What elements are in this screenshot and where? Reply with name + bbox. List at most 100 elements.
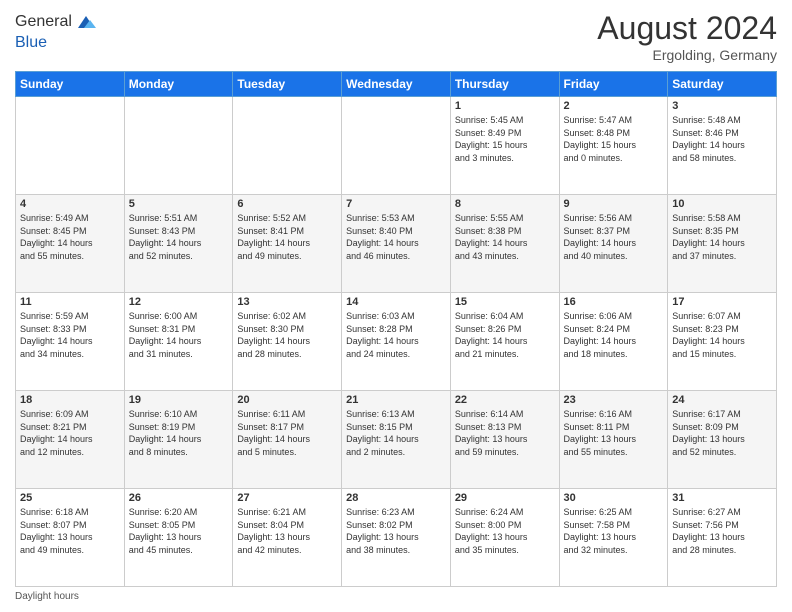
footer: Daylight hours	[15, 591, 777, 602]
table-row: 1 Sunrise: 5:45 AM Sunset: 8:49 PM Daylig…	[450, 97, 559, 195]
table-row: 2 Sunrise: 5:47 AM Sunset: 8:48 PM Daylig…	[559, 97, 668, 195]
calendar-table: Sunday Monday Tuesday Wednesday Thursday…	[15, 71, 777, 587]
table-row: 7 Sunrise: 5:53 AM Sunset: 8:40 PM Daylig…	[342, 195, 451, 293]
table-row: 27Sunrise: 6:21 AM Sunset: 8:04 PM Dayli…	[233, 489, 342, 587]
table-row: 31Sunrise: 6:27 AM Sunset: 7:56 PM Dayli…	[668, 489, 777, 587]
col-tuesday: Tuesday	[233, 72, 342, 97]
table-row: 12 Sunrise: 6:00 AM Sunset: 8:31 PM Dayli…	[124, 293, 233, 391]
day-info: Sunrise: 6:00 AM Sunset: 8:31 PM Dayligh…	[129, 310, 229, 360]
day-info: Sunrise: 5:58 AM Sunset: 8:35 PM Dayligh…	[672, 212, 772, 262]
table-row: 10 Sunrise: 5:58 AM Sunset: 8:35 PM Dayli…	[668, 195, 777, 293]
day-number: 7	[346, 198, 446, 210]
day-number: 15	[455, 296, 555, 308]
table-row: 5 Sunrise: 5:51 AM Sunset: 8:43 PM Daylig…	[124, 195, 233, 293]
day-info: Sunrise: 5:52 AM Sunset: 8:41 PM Dayligh…	[237, 212, 337, 262]
title-block: August 2024 Ergolding, Germany	[597, 10, 777, 63]
day-info: Sunrise: 6:03 AM Sunset: 8:28 PM Dayligh…	[346, 310, 446, 360]
day-number: 2	[564, 100, 664, 112]
calendar-week-3: 11 Sunrise: 5:59 AM Sunset: 8:33 PM Dayli…	[16, 293, 777, 391]
table-row	[233, 97, 342, 195]
day-info: Sunrise: 6:23 AM Sunset: 8:02 PM Dayligh…	[346, 506, 446, 556]
day-info: Sunrise: 5:53 AM Sunset: 8:40 PM Dayligh…	[346, 212, 446, 262]
day-number: 30	[564, 492, 664, 504]
header: General Blue August 2024 Ergolding, Germ…	[15, 10, 777, 63]
table-row: 3Sunrise: 5:48 AM Sunset: 8:46 PM Daylig…	[668, 97, 777, 195]
table-row: 24Sunrise: 6:17 AM Sunset: 8:09 PM Dayli…	[668, 391, 777, 489]
table-row	[342, 97, 451, 195]
col-monday: Monday	[124, 72, 233, 97]
daylight-label: Daylight hours	[15, 591, 79, 602]
table-row: 13Sunrise: 6:02 AM Sunset: 8:30 PM Dayli…	[233, 293, 342, 391]
location: Ergolding, Germany	[597, 47, 777, 63]
table-row: 23Sunrise: 6:16 AM Sunset: 8:11 PM Dayli…	[559, 391, 668, 489]
calendar-week-2: 4 Sunrise: 5:49 AM Sunset: 8:45 PM Daylig…	[16, 195, 777, 293]
table-row: 22 Sunrise: 6:14 AM Sunset: 8:13 PM Dayli…	[450, 391, 559, 489]
day-info: Sunrise: 6:27 AM Sunset: 7:56 PM Dayligh…	[672, 506, 772, 556]
table-row: 6 Sunrise: 5:52 AM Sunset: 8:41 PM Daylig…	[233, 195, 342, 293]
table-row: 30Sunrise: 6:25 AM Sunset: 7:58 PM Dayli…	[559, 489, 668, 587]
month-year: August 2024	[597, 10, 777, 47]
col-saturday: Saturday	[668, 72, 777, 97]
day-info: Sunrise: 6:04 AM Sunset: 8:26 PM Dayligh…	[455, 310, 555, 360]
day-number: 6	[237, 198, 337, 210]
day-number: 14	[346, 296, 446, 308]
col-friday: Friday	[559, 72, 668, 97]
day-number: 29	[455, 492, 555, 504]
day-info: Sunrise: 6:21 AM Sunset: 8:04 PM Dayligh…	[237, 506, 337, 556]
day-info: Sunrise: 6:13 AM Sunset: 8:15 PM Dayligh…	[346, 408, 446, 458]
day-info: Sunrise: 6:14 AM Sunset: 8:13 PM Dayligh…	[455, 408, 555, 458]
day-info: Sunrise: 5:51 AM Sunset: 8:43 PM Dayligh…	[129, 212, 229, 262]
day-info: Sunrise: 5:45 AM Sunset: 8:49 PM Dayligh…	[455, 114, 555, 164]
table-row: 25 Sunrise: 6:18 AM Sunset: 8:07 PM Dayli…	[16, 489, 125, 587]
day-info: Sunrise: 5:59 AM Sunset: 8:33 PM Dayligh…	[20, 310, 120, 360]
logo-blue-text: Blue	[15, 34, 98, 52]
day-number: 18	[20, 394, 120, 406]
day-number: 21	[346, 394, 446, 406]
table-row: 4 Sunrise: 5:49 AM Sunset: 8:45 PM Daylig…	[16, 195, 125, 293]
day-number: 1	[455, 100, 555, 112]
day-number: 25	[20, 492, 120, 504]
day-info: Sunrise: 6:10 AM Sunset: 8:19 PM Dayligh…	[129, 408, 229, 458]
table-row: 28 Sunrise: 6:23 AM Sunset: 8:02 PM Dayli…	[342, 489, 451, 587]
day-info: Sunrise: 6:11 AM Sunset: 8:17 PM Dayligh…	[237, 408, 337, 458]
day-info: Sunrise: 6:24 AM Sunset: 8:00 PM Dayligh…	[455, 506, 555, 556]
page: General Blue August 2024 Ergolding, Germ…	[0, 0, 792, 612]
day-number: 3	[672, 100, 772, 112]
day-info: Sunrise: 6:06 AM Sunset: 8:24 PM Dayligh…	[564, 310, 664, 360]
table-row: 21 Sunrise: 6:13 AM Sunset: 8:15 PM Dayli…	[342, 391, 451, 489]
table-row: 18Sunrise: 6:09 AM Sunset: 8:21 PM Dayli…	[16, 391, 125, 489]
day-info: Sunrise: 5:47 AM Sunset: 8:48 PM Dayligh…	[564, 114, 664, 164]
table-row: 9 Sunrise: 5:56 AM Sunset: 8:37 PM Daylig…	[559, 195, 668, 293]
day-info: Sunrise: 6:02 AM Sunset: 8:30 PM Dayligh…	[237, 310, 337, 360]
col-wednesday: Wednesday	[342, 72, 451, 97]
day-info: Sunrise: 6:07 AM Sunset: 8:23 PM Dayligh…	[672, 310, 772, 360]
day-number: 8	[455, 198, 555, 210]
day-number: 9	[564, 198, 664, 210]
logo: General Blue	[15, 10, 98, 52]
day-info: Sunrise: 6:18 AM Sunset: 8:07 PM Dayligh…	[20, 506, 120, 556]
table-row	[16, 97, 125, 195]
day-number: 16	[564, 296, 664, 308]
day-number: 5	[129, 198, 229, 210]
calendar-week-5: 25 Sunrise: 6:18 AM Sunset: 8:07 PM Dayli…	[16, 489, 777, 587]
table-row: 15 Sunrise: 6:04 AM Sunset: 8:26 PM Dayli…	[450, 293, 559, 391]
day-info: Sunrise: 5:49 AM Sunset: 8:45 PM Dayligh…	[20, 212, 120, 262]
day-number: 26	[129, 492, 229, 504]
day-info: Sunrise: 5:56 AM Sunset: 8:37 PM Dayligh…	[564, 212, 664, 262]
day-number: 12	[129, 296, 229, 308]
day-number: 28	[346, 492, 446, 504]
calendar-week-1: 1 Sunrise: 5:45 AM Sunset: 8:49 PM Daylig…	[16, 97, 777, 195]
day-info: Sunrise: 6:20 AM Sunset: 8:05 PM Dayligh…	[129, 506, 229, 556]
table-row: 11 Sunrise: 5:59 AM Sunset: 8:33 PM Dayli…	[16, 293, 125, 391]
col-thursday: Thursday	[450, 72, 559, 97]
table-row: 20 Sunrise: 6:11 AM Sunset: 8:17 PM Dayli…	[233, 391, 342, 489]
day-number: 10	[672, 198, 772, 210]
day-number: 4	[20, 198, 120, 210]
day-number: 11	[20, 296, 120, 308]
day-number: 22	[455, 394, 555, 406]
table-row: 17Sunrise: 6:07 AM Sunset: 8:23 PM Dayli…	[668, 293, 777, 391]
calendar-header-row: Sunday Monday Tuesday Wednesday Thursday…	[16, 72, 777, 97]
table-row: 29 Sunrise: 6:24 AM Sunset: 8:00 PM Dayli…	[450, 489, 559, 587]
table-row: 26 Sunrise: 6:20 AM Sunset: 8:05 PM Dayli…	[124, 489, 233, 587]
day-number: 20	[237, 394, 337, 406]
